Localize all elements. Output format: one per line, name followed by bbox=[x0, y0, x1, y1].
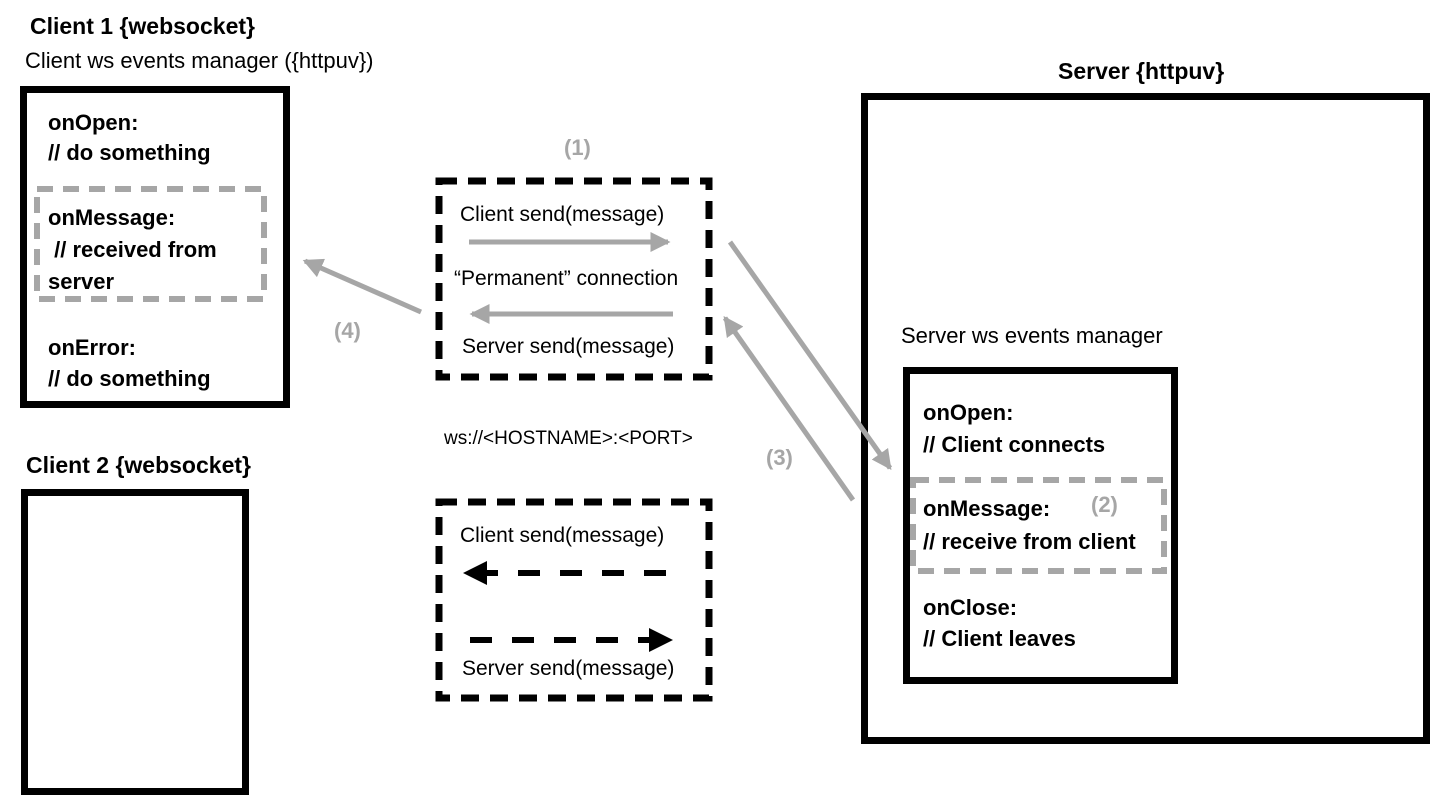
server-onopen-comment: // Client connects bbox=[923, 432, 1106, 457]
client1-onerror-comment: // do something bbox=[48, 366, 211, 391]
conn1-client-send: Client send(message) bbox=[460, 203, 665, 226]
step-3-label: (3) bbox=[766, 445, 793, 470]
conn1-permanent-label: “Permanent” connection bbox=[454, 267, 679, 290]
client1-manager-label: Client ws events manager ({httpuv}) bbox=[25, 48, 374, 73]
client1-title: Client 1 {websocket} bbox=[30, 13, 255, 39]
conn2-client-send: Client send(message) bbox=[460, 524, 665, 547]
server-onclose: onClose: bbox=[923, 595, 1018, 620]
server-title: Server {httpuv} bbox=[1058, 58, 1225, 84]
flow-arrow-step-4 bbox=[302, 258, 423, 315]
client1-onopen: onOpen: bbox=[48, 110, 139, 135]
server-onmessage: onMessage: bbox=[923, 496, 1051, 521]
server-manager-label: Server ws events manager bbox=[901, 323, 1163, 348]
server-onclose-comment: // Client leaves bbox=[923, 626, 1076, 651]
client1-onerror: onError: bbox=[48, 335, 136, 360]
conn1-server-send: Server send(message) bbox=[462, 335, 675, 358]
client1-onmessage: onMessage: bbox=[48, 205, 176, 230]
step-1-label: (1) bbox=[564, 135, 591, 160]
client1-onmessage-comment-2: server bbox=[48, 269, 115, 294]
server-onopen: onOpen: bbox=[923, 400, 1014, 425]
client2-box bbox=[21, 489, 249, 795]
client2-title: Client 2 {websocket} bbox=[26, 452, 251, 478]
conn2-server-send: Server send(message) bbox=[462, 657, 675, 680]
client1-onopen-comment: // do something bbox=[48, 140, 211, 165]
server-onmessage-comment: // receive from client bbox=[923, 529, 1136, 554]
step-2-label: (2) bbox=[1091, 492, 1118, 517]
step-4-label: (4) bbox=[334, 318, 361, 343]
client1-onmessage-comment-1: // received from bbox=[48, 237, 217, 262]
ws-url: ws://<HOSTNAME>:<PORT> bbox=[444, 428, 693, 449]
flow-arrow-step-3 bbox=[722, 315, 856, 502]
